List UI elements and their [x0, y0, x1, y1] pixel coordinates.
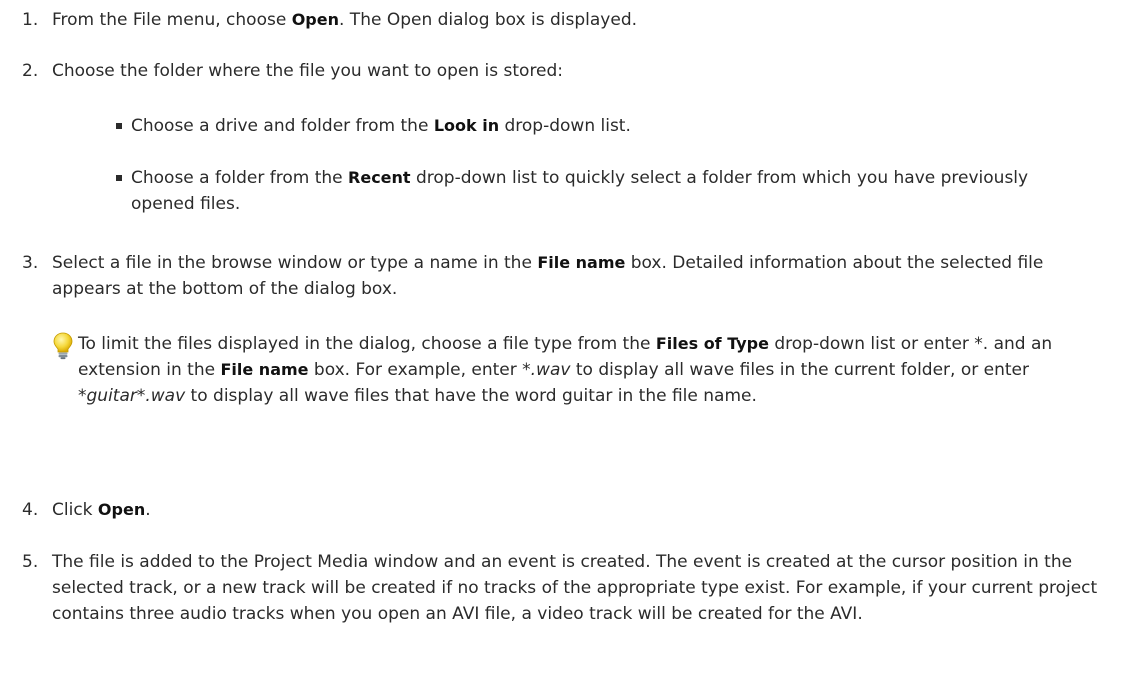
bullet-item: Choose a drive and folder from the Look …: [116, 113, 1116, 139]
text-run: Click: [52, 500, 98, 520]
step-text: Choose the folder where the file you wan…: [52, 61, 564, 81]
text-run: To limit the files displayed in the dial…: [78, 334, 656, 354]
keyword-open: Open: [291, 10, 339, 29]
step-3: 3. Select a file in the browse window or…: [22, 250, 1117, 302]
example-wav: *.wav: [522, 360, 571, 380]
bullet-square-icon: [116, 175, 122, 181]
step-number: 4.: [22, 500, 39, 520]
keyword-open: Open: [97, 500, 146, 519]
text-run: to display all wave files in the current…: [570, 360, 1029, 380]
text-run: to display all wave files that have the …: [185, 386, 757, 406]
step-text: Select a file in the browse window or ty…: [52, 250, 1117, 302]
text-run: drop-down list.: [499, 116, 631, 136]
step-number: 2.: [22, 61, 39, 81]
text-run: box. For example, enter: [308, 360, 523, 380]
step-text: The file is added to the Project Media w…: [52, 552, 1098, 624]
keyword-file-name: File name: [220, 360, 309, 379]
keyword-recent: Recent: [348, 168, 411, 187]
bullet-text: Choose a folder from the Recent drop-dow…: [131, 165, 1071, 217]
step-5: 5. The file is added to the Project Medi…: [22, 549, 1117, 627]
text-run: Select a file in the browse window or ty…: [52, 253, 538, 273]
step-text: Click Open.: [52, 497, 1117, 523]
text-run: Choose a drive and folder from the: [131, 116, 434, 136]
bullet-text: Choose a drive and folder from the Look …: [131, 113, 1116, 139]
text-run: . The Open dialog box is displayed.: [339, 10, 638, 30]
text-run: From the File menu, choose: [52, 10, 292, 30]
example-guitar-wav: *guitar*.wav: [78, 386, 186, 406]
bullet-square-icon: [116, 123, 122, 129]
document-page: 1. From the File menu, choose Open. The …: [0, 0, 1129, 690]
text-run: .: [145, 500, 151, 520]
step-number: 5.: [22, 552, 39, 572]
keyword-files-of-type: Files of Type: [655, 334, 769, 353]
step-number: 3.: [22, 253, 39, 273]
bullet-item: Choose a folder from the Recent drop-dow…: [116, 165, 1116, 217]
step-text: From the File menu, choose Open. The Ope…: [52, 7, 1117, 33]
keyword-look-in: Look in: [433, 116, 500, 135]
step-2: 2. Choose the folder where the file you …: [22, 58, 1117, 84]
tip-text: To limit the files displayed in the dial…: [78, 331, 1113, 409]
text-run: Choose a folder from the: [131, 168, 349, 188]
keyword-file-name: File name: [537, 253, 626, 272]
lightbulb-icon: [52, 332, 74, 360]
step-1: 1. From the File menu, choose Open. The …: [22, 7, 1117, 33]
tip-note: To limit the files displayed in the dial…: [52, 331, 1117, 409]
step-4: 4. Click Open.: [22, 497, 1117, 523]
step-number: 1.: [22, 10, 39, 30]
